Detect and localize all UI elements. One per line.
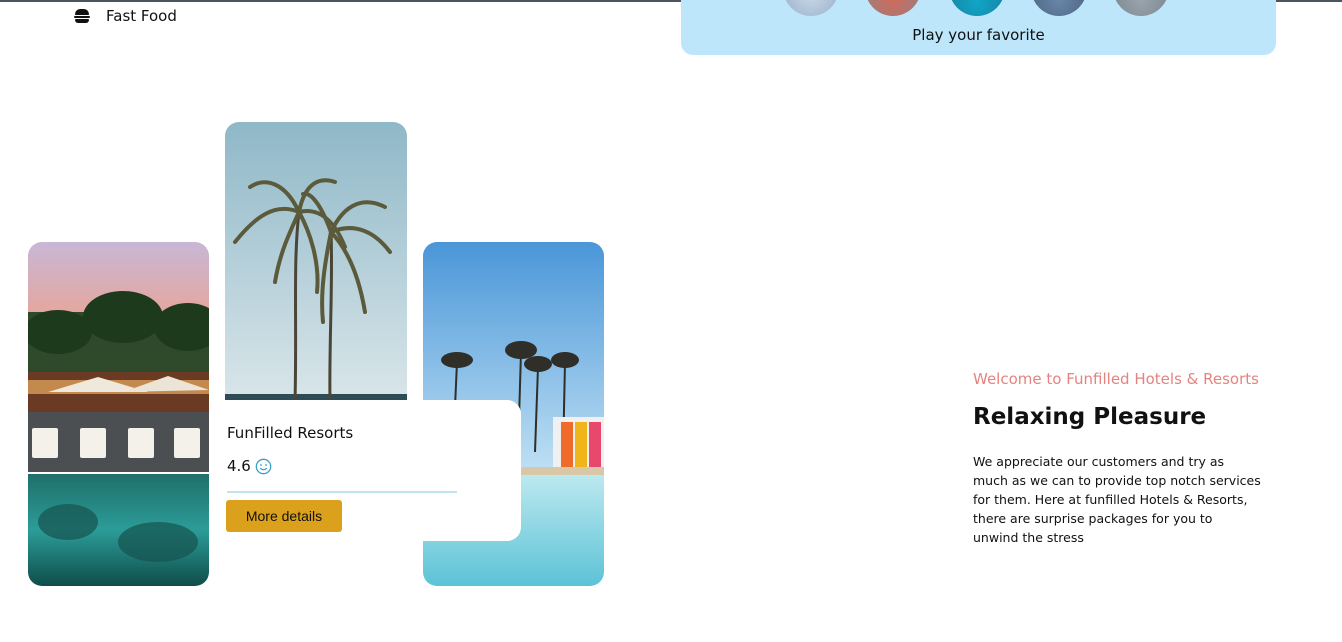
more-details-button[interactable]: More details (226, 500, 342, 532)
burger-icon (74, 9, 90, 23)
play-thumbnail[interactable] (1031, 0, 1087, 16)
about-paragraph: We appreciate our customers and try as m… (973, 454, 1261, 545)
play-label: Play your favorite (912, 26, 1045, 44)
play-thumbnail[interactable] (1113, 0, 1169, 16)
play-thumbnail[interactable] (949, 0, 1005, 16)
page: Fast Food Play your favorite FunFilled R… (0, 0, 1342, 642)
rating-value: 4.6 (227, 457, 251, 475)
resort-title: FunFilled Resorts (227, 424, 354, 442)
welcome-subtitle: Welcome to Funfilled Hotels & Resorts (973, 370, 1259, 388)
resort-pool-image[interactable] (28, 242, 209, 586)
section-heading: Relaxing Pleasure (973, 404, 1207, 430)
resort-info-card: FunFilled Resorts 4.6 More details (223, 400, 521, 541)
card-divider (227, 491, 457, 493)
resort-rating: 4.6 (227, 457, 272, 475)
play-thumbnail[interactable] (865, 0, 921, 16)
palm-tree-image[interactable] (225, 122, 407, 422)
nav-item-label: Fast Food (106, 7, 177, 25)
nav-item-fast-food[interactable]: Fast Food (74, 7, 177, 25)
smile-icon (255, 458, 272, 475)
play-thumbnail[interactable] (783, 0, 839, 16)
play-panel: Play your favorite (681, 0, 1276, 55)
